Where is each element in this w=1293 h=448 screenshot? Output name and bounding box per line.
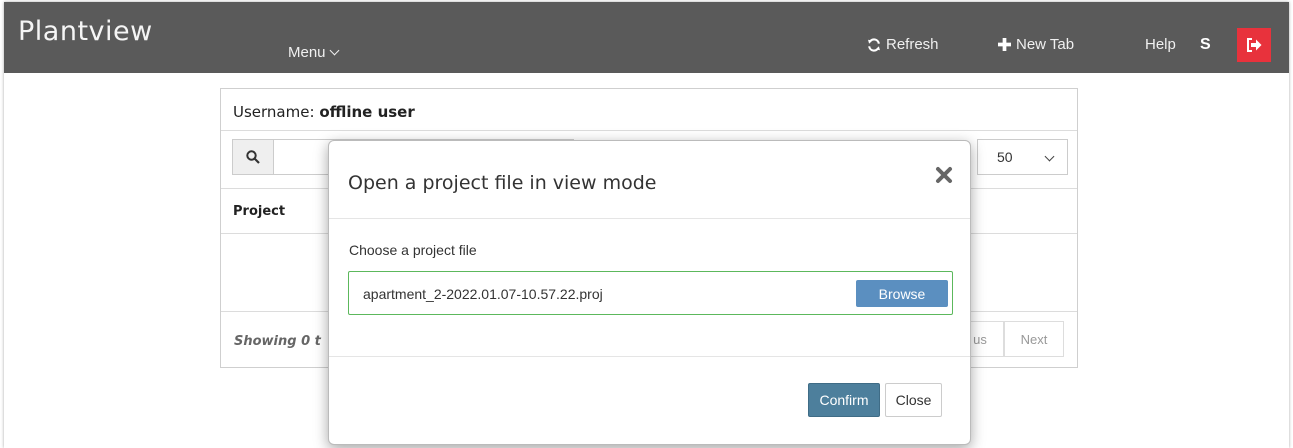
user-initial[interactable]: S <box>1200 36 1211 54</box>
browse-button[interactable]: Browse <box>856 280 948 307</box>
close-label: Close <box>895 392 932 408</box>
refresh-button[interactable]: Refresh <box>867 36 939 53</box>
username-value: offline user <box>319 103 415 121</box>
top-navbar: Plantview Menu Refresh New Tab Help S <box>4 2 1289 73</box>
file-field-label: Choose a project file <box>349 242 477 258</box>
help-link[interactable]: Help <box>1145 36 1176 53</box>
username-label: Username: <box>233 103 315 121</box>
menu-label: Menu <box>288 44 326 61</box>
confirm-button[interactable]: Confirm <box>808 383 880 417</box>
refresh-icon <box>868 37 880 52</box>
file-input-field[interactable]: apartment_2-2022.01.07-10.57.22.proj Bro… <box>348 271 953 315</box>
logout-button[interactable] <box>1237 28 1271 62</box>
app-window: Plantview Menu Refresh New Tab Help S Us… <box>4 2 1289 448</box>
brand-logo[interactable]: Plantview <box>18 16 153 47</box>
previous-label: us <box>973 331 987 347</box>
help-label: Help <box>1145 36 1176 53</box>
dialog-footer: Confirm Close <box>329 356 970 446</box>
dialog-title: Open a project file in view mode <box>348 172 657 194</box>
search-button[interactable] <box>232 139 274 175</box>
chevron-down-icon <box>329 45 339 56</box>
dialog-header: Open a project file in view mode <box>329 141 970 219</box>
next-label: Next <box>1020 331 1048 347</box>
username-row: Username: offline user <box>221 89 1077 131</box>
new-tab-button[interactable]: New Tab <box>998 36 1074 53</box>
page-size-select[interactable]: 50 <box>977 139 1068 175</box>
refresh-label: Refresh <box>886 36 939 53</box>
file-name-value: apartment_2-2022.01.07-10.57.22.proj <box>363 286 603 302</box>
plus-icon <box>998 38 1011 51</box>
close-icon[interactable] <box>934 165 954 185</box>
open-project-dialog: Open a project file in view mode Choose … <box>328 140 971 445</box>
new-tab-label: New Tab <box>1016 36 1075 53</box>
browse-label: Browse <box>878 285 926 302</box>
showing-info: Showing 0 t <box>234 334 321 349</box>
chevron-down-icon <box>1044 151 1055 162</box>
next-page-button[interactable]: Next <box>1004 321 1064 357</box>
menu-dropdown[interactable]: Menu <box>288 44 339 61</box>
confirm-label: Confirm <box>819 392 869 408</box>
close-button[interactable]: Close <box>885 383 942 417</box>
search-icon <box>246 150 260 164</box>
logout-icon <box>1247 38 1262 52</box>
page-size-value: 50 <box>997 149 1013 165</box>
